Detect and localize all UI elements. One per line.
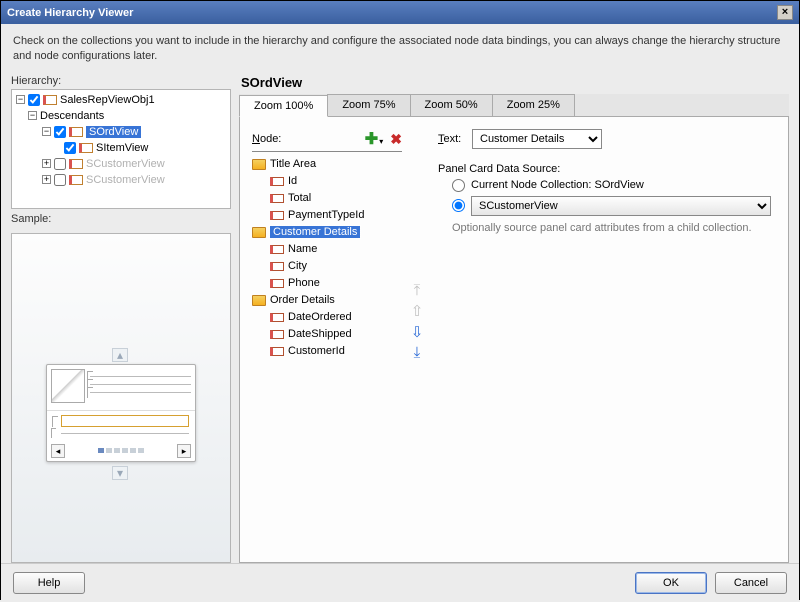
field-icon: [270, 313, 284, 322]
check-root[interactable]: [28, 94, 40, 106]
view-icon: [69, 127, 83, 137]
check-scust[interactable]: [54, 158, 66, 170]
move-down-icon[interactable]: ⇩: [402, 323, 432, 341]
delete-icon[interactable]: ✖: [390, 131, 402, 147]
close-icon[interactable]: ×: [777, 5, 793, 20]
sample-label: Sample:: [11, 213, 231, 225]
node-tree[interactable]: Title Area Id Total PaymentTypeId Custom…: [252, 156, 402, 360]
field-icon: [270, 245, 284, 254]
field-icon: [270, 347, 284, 356]
child-collection-select[interactable]: SCustomerView: [471, 196, 771, 216]
radio-current[interactable]: [452, 179, 465, 192]
expand-icon[interactable]: +: [42, 175, 51, 184]
hint-text: Optionally source panel card attributes …: [452, 222, 776, 234]
next-icon[interactable]: ▸: [177, 444, 191, 458]
view-icon: [69, 175, 83, 185]
sample-field: [61, 415, 189, 427]
view-icon: [43, 95, 57, 105]
tree-item-selected[interactable]: SOrdView: [86, 126, 141, 138]
check-sord[interactable]: [54, 126, 66, 138]
chevron-down-icon[interactable]: ▾: [112, 466, 128, 480]
tab-zoom-75[interactable]: Zoom 75%: [327, 94, 410, 116]
folder-icon: [252, 295, 266, 306]
folder-icon: [252, 227, 266, 238]
check-sitem[interactable]: [64, 142, 76, 154]
move-up-icon[interactable]: ⇧: [402, 302, 432, 320]
field[interactable]: CustomerId: [288, 345, 345, 357]
collapse-icon[interactable]: −: [28, 111, 37, 120]
radio-child[interactable]: [452, 199, 465, 212]
cancel-button[interactable]: Cancel: [715, 572, 787, 594]
collapse-icon[interactable]: −: [42, 127, 51, 136]
field[interactable]: Id: [288, 175, 297, 187]
group-selected[interactable]: Customer Details: [270, 226, 360, 238]
move-top-icon[interactable]: ⤒: [402, 282, 432, 299]
field-icon: [270, 177, 284, 186]
tree-item[interactable]: SalesRepViewObj1: [60, 94, 155, 106]
sample-card: ◂ ▸: [46, 364, 196, 462]
thumbnail-icon: [51, 369, 85, 403]
tree-item-disabled: SCustomerView: [86, 174, 165, 186]
expand-icon[interactable]: +: [42, 159, 51, 168]
move-bottom-icon[interactable]: ⤓: [402, 344, 432, 361]
field[interactable]: Phone: [288, 277, 320, 289]
tab-zoom-50[interactable]: Zoom 50%: [410, 94, 493, 116]
title-bar: Create Hierarchy Viewer ×: [1, 1, 799, 24]
view-icon: [79, 143, 93, 153]
node-label: Node:: [252, 133, 281, 145]
radio-current-label: Current Node Collection: SOrdView: [471, 179, 644, 191]
zoom-tabs: Zoom 100% Zoom 75% Zoom 50% Zoom 25%: [239, 94, 789, 117]
panel-label: Panel Card Data Source:: [438, 163, 776, 175]
prev-icon[interactable]: ◂: [51, 444, 65, 458]
field[interactable]: Name: [288, 243, 317, 255]
view-icon: [69, 159, 83, 169]
ok-button[interactable]: OK: [635, 572, 707, 594]
collapse-icon[interactable]: −: [16, 95, 25, 104]
chevron-up-icon[interactable]: ▴: [112, 348, 128, 362]
field-icon: [270, 262, 284, 271]
field[interactable]: PaymentTypeId: [288, 209, 364, 221]
field[interactable]: Total: [288, 192, 311, 204]
field[interactable]: DateShipped: [288, 328, 352, 340]
dropdown-icon[interactable]: ▾: [379, 137, 383, 146]
folder-icon: [252, 159, 266, 170]
group[interactable]: Title Area: [270, 158, 316, 170]
dialog-title: Create Hierarchy Viewer: [7, 7, 133, 19]
pager[interactable]: [98, 448, 144, 453]
field[interactable]: City: [288, 260, 307, 272]
field-icon: [270, 279, 284, 288]
tree-item[interactable]: SItemView: [96, 142, 148, 154]
sample-preview: ▴ ◂ ▸ ▾: [11, 233, 231, 563]
tab-zoom-25[interactable]: Zoom 25%: [492, 94, 575, 116]
help-button[interactable]: Help: [13, 572, 85, 594]
text-label: Text:: [438, 133, 472, 145]
detail-title: SOrdView: [239, 71, 789, 94]
group[interactable]: Order Details: [270, 294, 335, 306]
add-icon[interactable]: ✚: [365, 131, 378, 148]
field[interactable]: DateOrdered: [288, 311, 352, 323]
tab-zoom-100[interactable]: Zoom 100%: [239, 95, 328, 117]
field-icon: [270, 194, 284, 203]
field-icon: [270, 330, 284, 339]
check-scust2[interactable]: [54, 174, 66, 186]
instructions-text: Check on the collections you want to inc…: [1, 24, 799, 71]
tree-item[interactable]: Descendants: [40, 110, 104, 122]
field-icon: [270, 211, 284, 220]
text-select[interactable]: Customer Details: [472, 129, 602, 149]
hierarchy-tree[interactable]: − SalesRepViewObj1 − Descendants − SOrdV…: [11, 89, 231, 209]
hierarchy-label: Hierarchy:: [11, 75, 231, 87]
tree-item-disabled: SCustomerView: [86, 158, 165, 170]
